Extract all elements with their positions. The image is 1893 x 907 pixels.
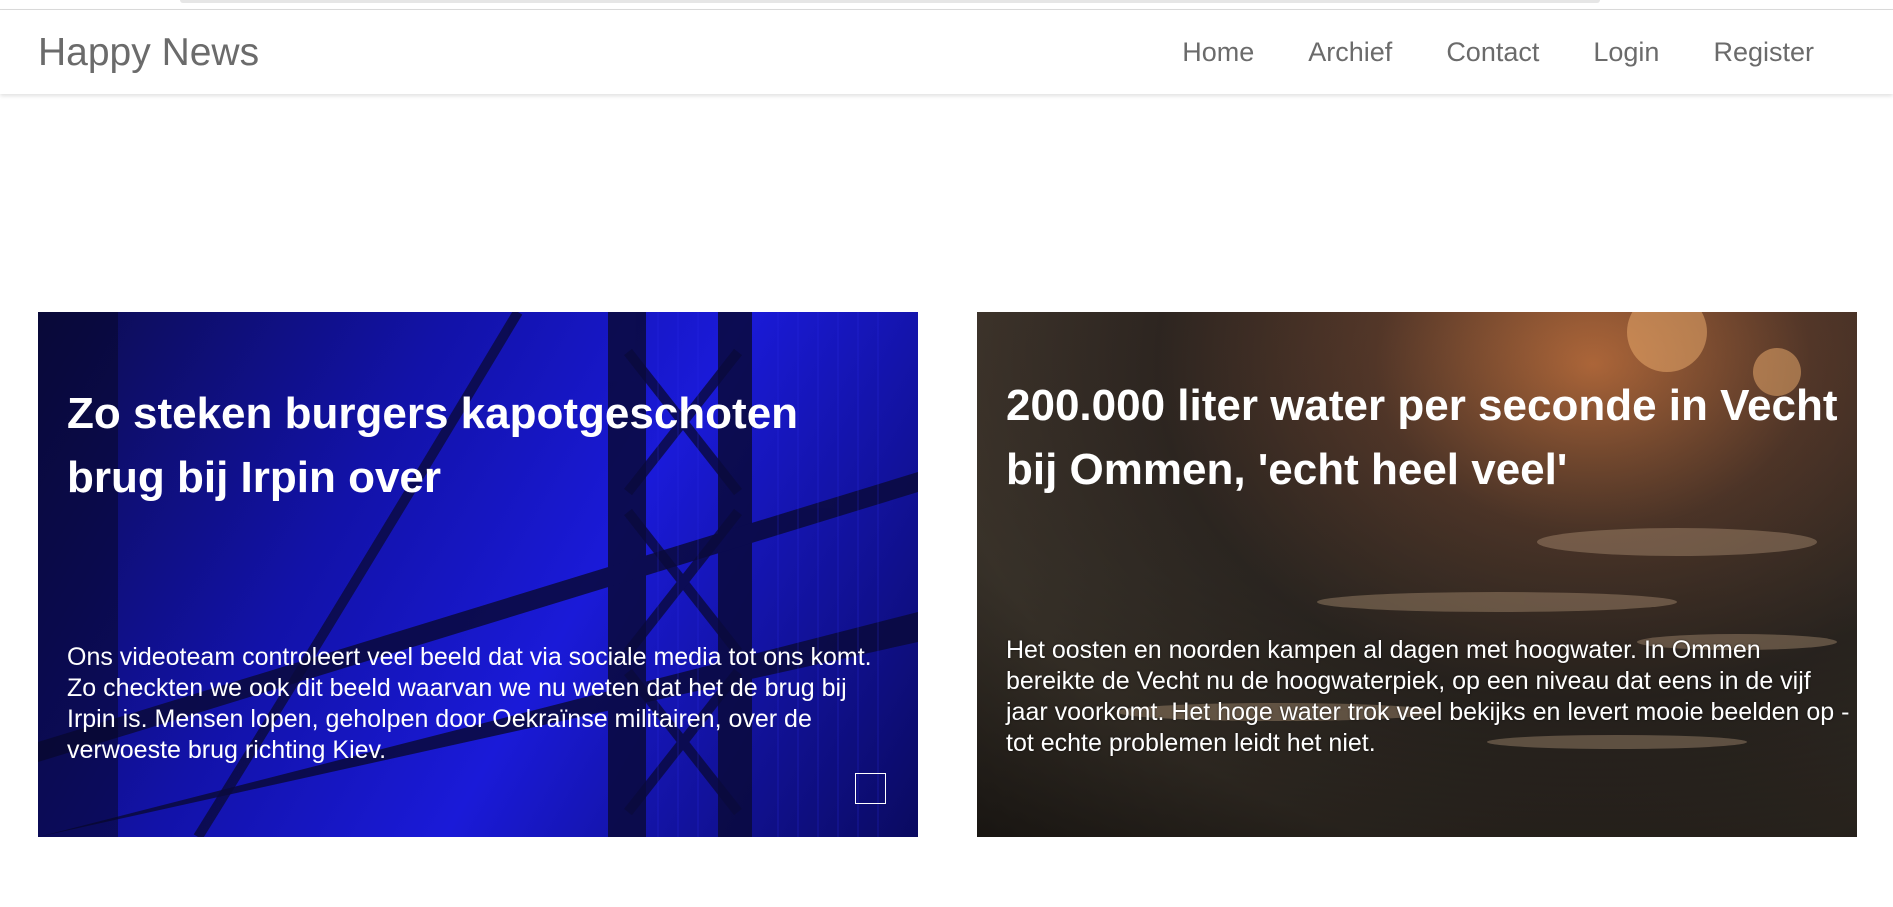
navbar: Happy News Home Archief Contact Login Re…	[0, 10, 1893, 94]
video-toggle-button[interactable]	[855, 773, 886, 804]
article-card-irpin[interactable]: Zo steken burgers kapotgeschoten brug bi…	[38, 312, 918, 837]
main-nav: Home Archief Contact Login Register	[1182, 10, 1893, 94]
article-card-vecht[interactable]: 200.000 liter water per seconde in Vecht…	[977, 312, 1857, 837]
scroll-hint	[180, 0, 1600, 3]
article-summary-text: Het oosten en noorden kampen al dagen me…	[1006, 636, 1850, 757]
nav-register[interactable]: Register	[1713, 37, 1814, 68]
nav-login[interactable]: Login	[1593, 37, 1659, 68]
article-title[interactable]: 200.000 liter water per seconde in Vecht…	[1006, 374, 1846, 502]
top-border	[0, 0, 1893, 10]
article-title[interactable]: Zo steken burgers kapotgeschoten brug bi…	[67, 382, 867, 510]
article-summary: Het oosten en noorden kampen al dagen me…	[1006, 635, 1851, 759]
nav-contact[interactable]: Contact	[1446, 37, 1539, 68]
nav-home[interactable]: Home	[1182, 37, 1254, 68]
brand-logo-link[interactable]: Happy News	[38, 30, 259, 77]
nav-archief[interactable]: Archief	[1308, 37, 1392, 68]
article-summary: Ons videoteam controleert veel beeld dat…	[67, 643, 872, 764]
